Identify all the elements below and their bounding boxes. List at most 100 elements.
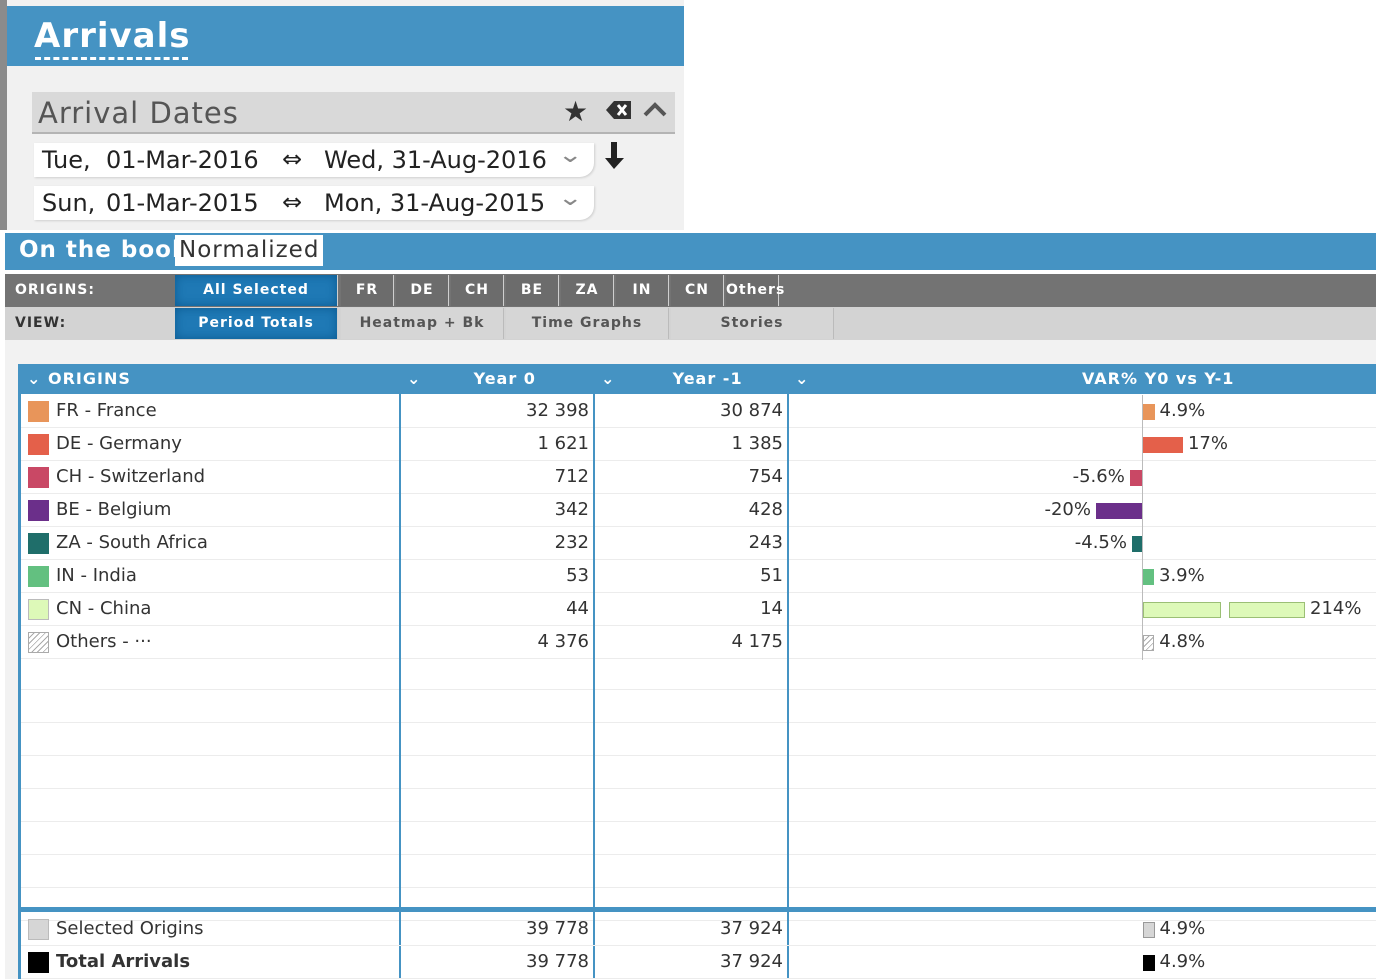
date-range-previous[interactable]: Sun, 01-Mar-2015 ⇔ Mon, 31-Aug-2015 ⌄ — [34, 186, 594, 220]
origin-name: ZA - South Africa — [56, 532, 208, 553]
empty-row — [21, 725, 1376, 756]
on-the-book-bar: On the book Normalized — [5, 233, 1376, 270]
table-row[interactable]: CH - Switzerland 712 754 -5.6% — [21, 461, 1376, 494]
variance-bar — [1143, 569, 1154, 585]
variance-bar — [1143, 955, 1155, 971]
date-range-current[interactable]: Tue, 01-Mar-2016 ⇔ Wed, 31-Aug-2016 ⌄ — [34, 143, 594, 177]
origin-be-button[interactable]: BE — [506, 275, 559, 306]
table-row[interactable]: CN - China 44 14 214% — [21, 593, 1376, 626]
year1-value: 37 924 — [720, 918, 783, 939]
year0-column-header[interactable]: ⌄ Year 0 — [407, 364, 593, 394]
collapse-icon[interactable] — [642, 96, 668, 129]
origins-column-header[interactable]: ⌄ ORIGINS — [27, 364, 131, 394]
view-heatmap-button[interactable]: Heatmap + Bk Pace — [341, 308, 504, 362]
copy-down-arrow-icon[interactable] — [605, 140, 627, 177]
variance-bar — [1096, 503, 1143, 519]
from-date: 01-Mar-2015 — [106, 189, 259, 217]
view-stories-button[interactable]: Stories — [671, 308, 834, 339]
year0-value: 342 — [554, 499, 589, 520]
table-area: ⌄ ORIGINS ⌄ Year 0 ⌄ Year -1 ⌄ VAR% Y0 v… — [5, 340, 1376, 979]
chevron-down-icon: ⌄ — [407, 369, 422, 388]
origin-de-button[interactable]: DE — [396, 275, 449, 306]
origin-color-swatch — [28, 467, 49, 488]
clear-icon[interactable] — [604, 97, 634, 130]
origin-name: Selected Origins — [56, 918, 204, 939]
variance-zero-axis — [1142, 395, 1143, 660]
origin-color-swatch — [28, 533, 49, 554]
range-arrow-icon: ⇔ — [282, 145, 303, 173]
origin-color-swatch — [28, 434, 49, 455]
table-row[interactable]: DE - Germany 1 621 1 385 17% — [21, 428, 1376, 461]
origins-table: ⌄ ORIGINS ⌄ Year 0 ⌄ Year -1 ⌄ VAR% Y0 v… — [18, 364, 1376, 979]
arrivals-header: Arrivals — [7, 6, 684, 66]
view-label: VIEW: — [15, 315, 67, 331]
origin-color-swatch — [28, 566, 49, 587]
origin-name: DE - Germany — [56, 433, 182, 454]
variance-label: -5.6% — [1072, 466, 1125, 487]
column-divider — [399, 364, 401, 979]
origin-in-button[interactable]: IN — [616, 275, 669, 306]
origin-name: Total Arrivals — [56, 951, 191, 972]
origin-color-swatch — [28, 952, 49, 973]
origins-label: ORIGINS: — [15, 282, 95, 298]
empty-row — [21, 791, 1376, 822]
var-header-label: VAR% Y0 vs Y-1 — [1082, 369, 1235, 388]
variance-label: -4.5% — [1074, 532, 1127, 553]
column-divider — [593, 364, 595, 979]
origin-color-swatch — [28, 919, 49, 940]
table-row[interactable]: Selected Origins 39 778 37 924 4.9% — [21, 913, 1376, 946]
normalized-toggle[interactable]: Normalized — [175, 235, 324, 266]
variance-label: 4.9% — [1159, 918, 1206, 939]
table-row[interactable]: Others - ··· 4 376 4 175 4.8% — [21, 626, 1376, 659]
chevron-down-icon[interactable]: ⌄ — [557, 186, 583, 211]
year0-value: 232 — [554, 532, 589, 553]
empty-row — [21, 857, 1376, 888]
year0-value: 32 398 — [526, 400, 589, 421]
year0-value: 39 778 — [526, 918, 589, 939]
star-icon[interactable]: ★ — [563, 95, 588, 128]
view-period-totals-button[interactable]: Period Totals — [175, 308, 338, 339]
var-column-header[interactable]: ⌄ — [795, 364, 809, 394]
origin-name: Others - ··· — [56, 631, 152, 652]
view-filter-row: VIEW: Period Totals Heatmap + Bk Pace Ti… — [5, 307, 1376, 362]
year1-value: 428 — [748, 499, 783, 520]
empty-row — [21, 692, 1376, 723]
variance-label: 4.8% — [1159, 631, 1205, 652]
year0-header-label: Year 0 — [473, 369, 536, 388]
chevron-down-icon: ⌄ — [795, 369, 810, 388]
variance-bar — [1143, 404, 1155, 420]
year1-value: 243 — [748, 532, 783, 553]
origin-others-button[interactable]: Others — [726, 275, 784, 306]
table-row[interactable]: Total Arrivals 39 778 37 924 4.9% — [21, 946, 1376, 979]
chevron-down-icon[interactable]: ⌄ — [557, 143, 583, 168]
origin-ch-button[interactable]: CH — [451, 275, 504, 306]
view-time-graphs-button[interactable]: Time Graphs — [506, 308, 669, 339]
origins-header-label: ORIGINS — [47, 369, 131, 388]
origin-za-button[interactable]: ZA — [561, 275, 614, 306]
year1-column-header[interactable]: ⌄ Year -1 — [601, 364, 787, 394]
year1-value: 37 924 — [720, 951, 783, 972]
from-date: 01-Mar-2016 — [106, 146, 259, 174]
origin-all-selected-button[interactable]: All Selected — [175, 275, 338, 306]
variance-label: 4.9% — [1159, 400, 1206, 421]
chevron-down-icon: ⌄ — [601, 369, 616, 388]
variance-label: 4.9% — [1159, 951, 1206, 972]
year1-value: 51 — [760, 565, 783, 586]
arrival-dates-title: Arrival Dates — [38, 96, 239, 130]
page-title: Arrivals — [34, 16, 191, 56]
table-row[interactable]: FR - France 32 398 30 874 4.9% — [21, 395, 1376, 428]
origin-fr-button[interactable]: FR — [341, 275, 394, 306]
table-row[interactable]: IN - India 53 51 3.9% — [21, 560, 1376, 593]
empty-row — [21, 824, 1376, 855]
variance-bar-continued — [1229, 602, 1305, 618]
origin-name: CN - China — [56, 598, 152, 619]
origin-cn-button[interactable]: CN — [671, 275, 724, 306]
table-row[interactable]: BE - Belgium 342 428 -20% — [21, 494, 1376, 527]
arrivals-panel: Arrivals Arrival Dates ★ Tue, 01-Mar-201… — [0, 0, 684, 230]
table-row[interactable]: ZA - South Africa 232 243 -4.5% — [21, 527, 1376, 560]
empty-row — [21, 659, 1376, 690]
origins-filter-row: ORIGINS: All Selected FR DE CH BE ZA IN … — [5, 274, 1376, 307]
origin-color-swatch — [28, 401, 49, 422]
origin-name: IN - India — [56, 565, 137, 586]
origin-color-swatch — [28, 500, 49, 521]
